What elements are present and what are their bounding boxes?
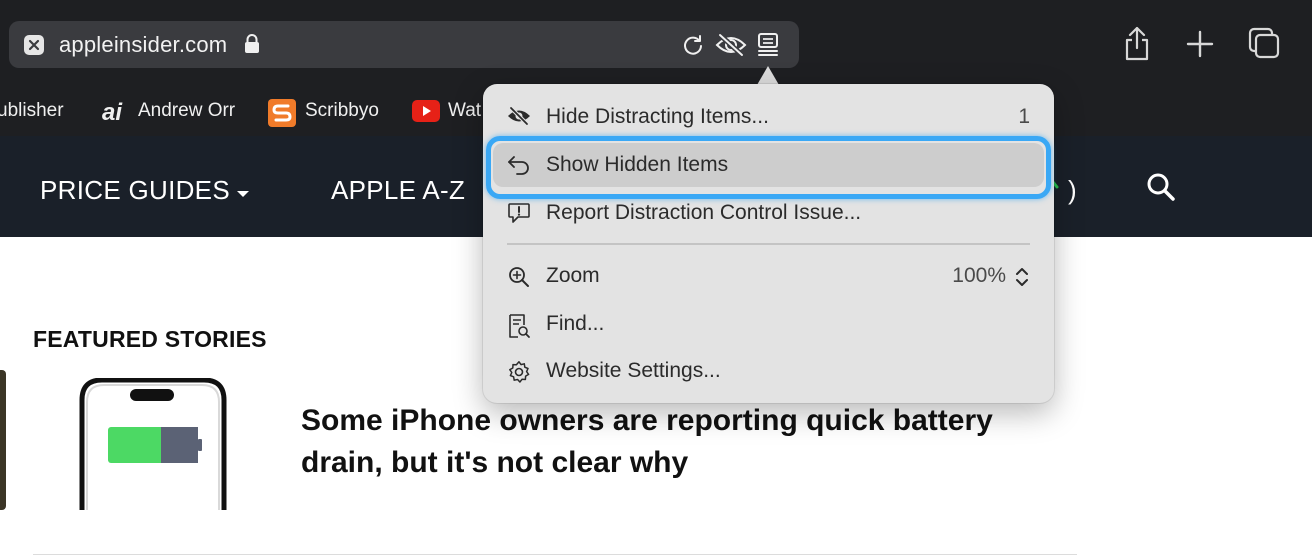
chevron-down-icon[interactable] xyxy=(236,186,250,204)
zoom-level[interactable]: 100% xyxy=(952,264,1006,288)
zoom-in-icon xyxy=(507,265,531,294)
close-icon[interactable] xyxy=(24,35,44,55)
page-menu-icon[interactable] xyxy=(756,32,780,63)
share-icon[interactable] xyxy=(1122,26,1152,67)
browser-toolbar: appleinsider.com xyxy=(0,0,1312,88)
screenshot-root: appleinsider.com ublisher ai Andrew Orr … xyxy=(0,0,1312,558)
iphone-battery-thumbnail[interactable] xyxy=(78,377,228,515)
report-bubble-icon xyxy=(507,202,531,229)
menu-item-find[interactable]: Find... xyxy=(493,302,1044,346)
ai-logo-icon: ai xyxy=(101,99,131,130)
distracting-count: 1 xyxy=(1018,105,1030,128)
menu-item-label: Find... xyxy=(546,312,605,335)
reload-icon[interactable] xyxy=(681,33,705,62)
plus-icon[interactable] xyxy=(1186,30,1214,63)
featured-stories-title: FEATURED STORIES xyxy=(33,326,267,352)
gear-icon xyxy=(507,360,531,389)
nav-price-guides[interactable]: PRICE GUIDES xyxy=(40,175,230,206)
menu-item-website-settings[interactable]: Website Settings... xyxy=(493,349,1044,393)
find-doc-icon xyxy=(507,313,531,344)
url-text[interactable]: appleinsider.com xyxy=(59,32,227,58)
svg-text:ai: ai xyxy=(102,99,123,125)
menu-item-hide-distracting[interactable]: Hide Distracting Items... 1 xyxy=(493,95,1044,139)
menu-item-report-issue[interactable]: Report Distraction Control Issue... xyxy=(493,191,1044,235)
page-menu-popover: Hide Distracting Items... 1 Show Hidden … xyxy=(483,84,1054,403)
undo-arrow-icon xyxy=(507,154,531,181)
bookmark-youtube[interactable]: Wat xyxy=(448,100,481,122)
menu-pointer xyxy=(757,66,779,85)
bookmark-scribbyo[interactable]: Scribbyo xyxy=(305,100,379,122)
youtube-logo-icon xyxy=(412,100,440,127)
eye-slash-icon[interactable] xyxy=(715,33,747,62)
story-headline[interactable]: Some iPhone owners are reporting quick b… xyxy=(301,400,1061,484)
content-divider xyxy=(33,554,1077,555)
address-bar[interactable]: appleinsider.com xyxy=(9,21,799,68)
menu-item-zoom[interactable]: Zoom 100% xyxy=(493,254,1044,298)
menu-item-label: Zoom xyxy=(546,264,600,287)
tabs-overview-icon[interactable] xyxy=(1248,27,1280,64)
menu-item-label: Hide Distracting Items... xyxy=(546,105,769,128)
bookmark-andrew-orr[interactable]: Andrew Orr xyxy=(138,100,235,122)
lock-icon xyxy=(243,33,261,60)
menu-separator xyxy=(507,243,1030,245)
bookmark-publisher[interactable]: ublisher xyxy=(0,100,64,122)
menu-item-label: Show Hidden Items xyxy=(546,153,729,176)
side-image-edge xyxy=(0,370,6,510)
eye-slash-icon xyxy=(507,106,531,131)
search-icon[interactable] xyxy=(1146,172,1176,207)
menu-item-label: Website Settings... xyxy=(546,359,721,382)
menu-item-label: Report Distraction Control Issue... xyxy=(546,201,862,224)
nav-apple-a-z[interactable]: APPLE A-Z xyxy=(331,175,465,206)
stepper-chevrons-icon[interactable] xyxy=(1014,266,1030,293)
scribbyo-logo-icon xyxy=(268,99,296,132)
menu-item-show-hidden[interactable]: Show Hidden Items xyxy=(493,143,1044,187)
nav-paren: ) xyxy=(1068,175,1077,205)
